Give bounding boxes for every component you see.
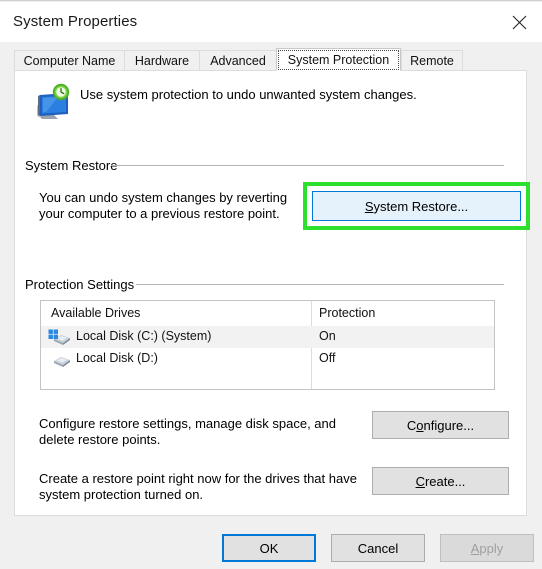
panel-header: Use system protection to undo unwanted s… <box>15 71 526 133</box>
protection-settings-group-line <box>136 284 504 285</box>
drive-name: Local Disk (C:) (System) <box>76 329 212 343</box>
ok-button[interactable]: OK <box>222 534 316 562</box>
system-restore-group-title: System Restore <box>25 158 124 173</box>
close-button[interactable] <box>496 2 542 42</box>
table-row[interactable]: Local Disk (C:) (System) On <box>41 326 494 348</box>
window-title: System Properties <box>13 13 138 30</box>
close-icon <box>512 15 526 30</box>
title-bar: System Properties <box>0 2 542 42</box>
available-drives-list[interactable]: Available Drives Protection Local Disk (… <box>40 300 495 390</box>
tab-system-protection[interactable]: System Protection <box>276 48 401 71</box>
table-row[interactable]: Local Disk (D:) Off <box>41 348 494 370</box>
apply-button: Apply <box>440 534 534 562</box>
drive-name: Local Disk (D:) <box>76 351 158 365</box>
system-restore-button[interactable]: System Restore... <box>312 191 521 221</box>
tab-label: System Protection <box>287 53 390 67</box>
tab-computer-name[interactable]: Computer Name <box>14 50 125 70</box>
tab-label: Advanced <box>210 54 266 68</box>
cancel-button-label: Cancel <box>357 540 399 556</box>
drive-protection-status: On <box>319 329 336 343</box>
column-header-available-drives[interactable]: Available Drives <box>51 306 140 320</box>
tab-strip: Computer Name Hardware Advanced System P… <box>14 48 527 71</box>
configure-button-label: Co nfigure... <box>406 417 475 433</box>
system-restore-button-label: System Restore... <box>364 198 469 214</box>
configure-description: Configure restore settings, manage disk … <box>39 416 337 447</box>
tab-hardware[interactable]: Hardware <box>124 50 200 70</box>
cancel-button[interactable]: Cancel <box>331 534 425 562</box>
tab-label: Computer Name <box>23 54 116 68</box>
system-restore-description: You can undo system changes by reverting… <box>39 190 288 221</box>
panel-description: Use system protection to undo unwanted s… <box>80 87 417 102</box>
protection-settings-group-title: Protection Settings <box>25 277 141 292</box>
create-button-label: Create... <box>415 473 466 489</box>
configure-button[interactable]: Co nfigure... <box>372 411 509 439</box>
system-drive-icon <box>48 329 70 345</box>
tab-label: Remote <box>410 54 454 68</box>
system-properties-window: System Properties Computer Name Hardware… <box>0 0 542 569</box>
tab-remote[interactable]: Remote <box>401 50 463 70</box>
create-description: Create a restore point right now for the… <box>39 471 357 502</box>
tab-advanced[interactable]: Advanced <box>199 50 277 70</box>
drive-protection-status: Off <box>319 351 336 365</box>
apply-button-label: Apply <box>470 540 504 556</box>
system-restore-group-line <box>111 165 504 166</box>
system-restore-icon <box>37 83 70 119</box>
dialog-button-bar: OK Cancel Apply <box>0 524 542 569</box>
ok-button-label: OK <box>259 540 279 556</box>
column-header-protection[interactable]: Protection <box>319 306 375 320</box>
system-protection-panel: Use system protection to undo unwanted s… <box>14 70 530 516</box>
tab-label: Hardware <box>134 54 190 68</box>
drive-icon <box>54 357 70 367</box>
create-button[interactable]: Create... <box>372 467 509 495</box>
